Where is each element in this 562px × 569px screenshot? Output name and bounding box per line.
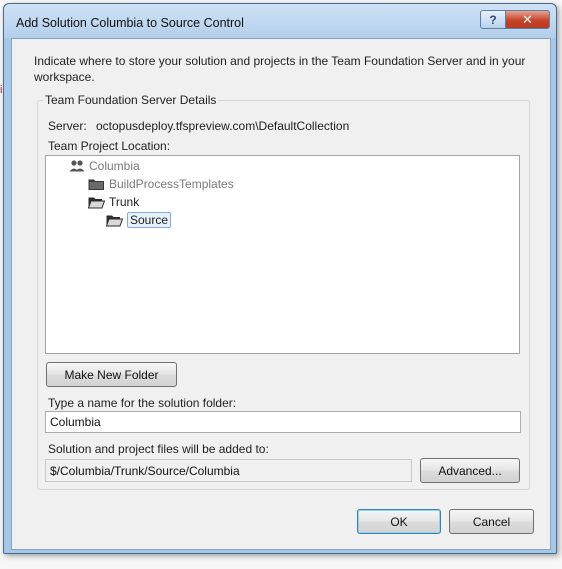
tree-item-source[interactable]: Source [106,211,172,229]
team-project-tree[interactable]: Columbia BuildProcessTemplates Trunk Sou… [45,155,520,354]
help-button[interactable]: ? [480,10,506,29]
tree-item-label: Columbia [89,159,140,173]
intro-text: Indicate where to store your solution an… [34,54,526,84]
folder-open-icon [88,197,105,209]
team-project-location-label: Team Project Location: [48,139,171,153]
make-new-folder-button[interactable]: Make New Folder [46,362,177,387]
folder-icon [88,179,104,190]
team-project-icon [69,160,85,172]
ok-button[interactable]: OK [357,509,441,534]
server-value: octopusdeploy.tfspreview.com\DefaultColl… [96,119,350,133]
solution-folder-label: Type a name for the solution folder: [48,396,237,410]
title-bar[interactable]: Add Solution Columbia to Source Control … [4,4,556,38]
tree-item-label: BuildProcessTemplates [109,177,234,191]
destination-path-field[interactable]: $/Columbia/Trunk/Source/Columbia [45,459,412,482]
tree-item-columbia[interactable]: Columbia [69,157,140,175]
window-title: Add Solution Columbia to Source Control [16,16,244,30]
server-label: Server: [48,119,87,133]
solution-folder-input[interactable] [45,411,521,433]
tree-item-label-selected: Source [127,212,172,228]
close-icon: ✕ [522,11,533,27]
advanced-button[interactable]: Advanced... [420,458,520,483]
tree-item-label: Trunk [109,195,140,209]
destination-label: Solution and project files will be added… [48,442,269,456]
tree-item-buildprocesstemplates[interactable]: BuildProcessTemplates [88,175,234,193]
server-details-legend: Team Foundation Server Details [43,93,219,107]
close-button[interactable]: ✕ [505,10,550,29]
folder-open-icon [106,215,123,227]
help-icon: ? [489,12,497,27]
tree-item-trunk[interactable]: Trunk [88,193,139,211]
cancel-button[interactable]: Cancel [449,509,534,534]
